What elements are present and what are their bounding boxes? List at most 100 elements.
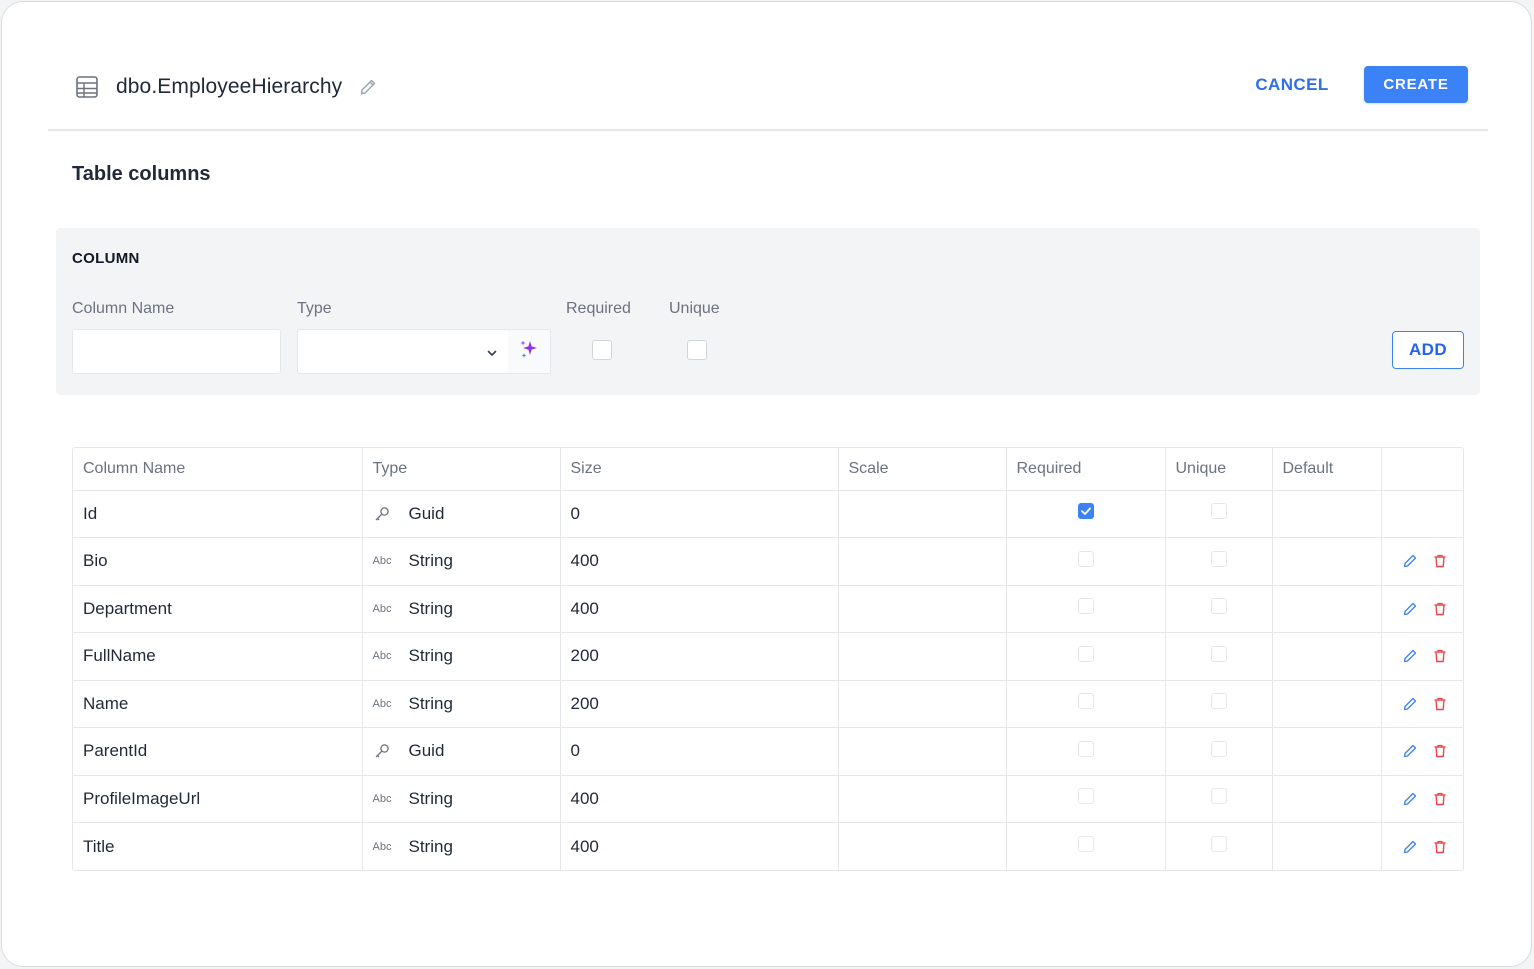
table-row[interactable]: Id Guid 0 [73,490,1464,538]
cell-unique [1165,632,1273,681]
cell-unique [1165,490,1273,538]
delete-icon[interactable] [1432,601,1448,617]
abc-icon: Abc [372,840,392,853]
edit-icon[interactable] [1402,648,1418,664]
cell-size: 0 [560,490,839,538]
cancel-button[interactable]: CANCEL [1238,67,1346,103]
header-actions [1381,448,1464,491]
header-column-name[interactable]: Column Name [73,448,363,491]
unique-checkbox[interactable] [1210,740,1227,757]
cell-default [1272,490,1382,538]
cell-size: 200 [560,680,839,728]
table-row[interactable]: Title Abc String 400 [73,822,1464,870]
cell-scale [838,632,1007,681]
edit-icon[interactable] [1402,696,1418,712]
cell-actions [1381,585,1464,633]
cell-actions [1381,632,1464,681]
unique-checkbox[interactable] [1210,550,1227,567]
cell-type: Abc String [362,775,561,823]
cell-required [1006,585,1166,633]
pencil-icon[interactable] [358,77,378,97]
cell-size: 200 [560,632,839,681]
required-checkbox[interactable] [1077,645,1094,662]
type-cell-wrap: Guid [373,504,560,524]
unique-checkbox[interactable] [1210,645,1227,662]
delete-icon[interactable] [1432,553,1448,569]
unique-checkbox[interactable] [1210,788,1227,805]
required-checkbox[interactable] [1077,550,1094,567]
cell-actions [1381,537,1464,586]
required-checkbox[interactable] [1077,740,1094,757]
required-checkbox[interactable] [1077,503,1094,520]
delete-icon[interactable] [1432,839,1448,855]
ai-suggest-button[interactable] [508,329,551,374]
abc-icon: Abc [372,792,392,805]
delete-icon[interactable] [1432,696,1448,712]
table-row[interactable]: Department Abc String 400 [73,585,1464,633]
cell-default [1272,632,1382,681]
row-actions [1392,791,1465,807]
header-scale[interactable]: Scale [838,448,1007,491]
header-unique[interactable]: Unique [1165,448,1273,491]
type-text: String [408,693,453,713]
cell-actions [1381,727,1464,776]
table-row[interactable]: FullName Abc String 200 [73,632,1464,681]
unique-checkbox[interactable] [1210,836,1227,852]
edit-icon[interactable] [1402,743,1418,759]
cell-size: 400 [560,822,839,870]
cell-scale [838,490,1007,538]
type-text: String [408,646,453,666]
unique-checkbox[interactable] [1210,503,1227,520]
required-checkbox[interactable] [592,340,612,360]
table-row[interactable]: Name Abc String 200 [73,680,1464,728]
table-row[interactable]: Bio Abc String 400 [73,537,1464,586]
panel-heading: COLUMN [72,250,140,267]
cell-default [1272,822,1382,870]
unique-checkbox[interactable] [1210,693,1227,710]
delete-icon[interactable] [1432,743,1448,759]
edit-icon[interactable] [1402,839,1418,855]
header-type[interactable]: Type [362,448,561,491]
cell-unique [1165,727,1273,776]
abc-icon: Abc [372,697,392,710]
edit-icon[interactable] [1402,791,1418,807]
required-checkbox[interactable] [1077,693,1094,710]
cell-type: Guid [362,490,561,538]
cell-column-name: ParentId [73,727,363,776]
required-checkbox[interactable] [1077,836,1094,852]
cell-actions [1381,775,1464,823]
edit-icon[interactable] [1402,553,1418,569]
column-name-input[interactable] [72,329,281,374]
size-text: 400 [570,598,599,618]
delete-icon[interactable] [1432,791,1448,807]
dialog-header: dbo.EmployeeHierarchy CANCEL CREATE [48,56,1488,131]
size-text: 0 [570,741,580,761]
cell-type: Abc String [362,585,561,633]
cell-default [1272,727,1382,776]
table-name-title: dbo.EmployeeHierarchy [116,75,343,98]
required-checkbox[interactable] [1077,598,1094,615]
cell-default [1272,775,1382,823]
header-default[interactable]: Default [1272,448,1382,491]
unique-checkbox[interactable] [687,340,707,360]
header-size[interactable]: Size [560,448,839,491]
table-row[interactable]: ProfileImageUrl Abc String 400 [73,775,1464,823]
cell-scale [838,822,1007,870]
cell-unique [1165,680,1273,728]
title-group: dbo.EmployeeHierarchy [74,74,378,100]
delete-icon[interactable] [1432,648,1448,664]
cell-scale [838,537,1007,586]
table-row[interactable]: ParentId Guid 0 [73,727,1464,776]
type-cell-wrap: Abc String [373,694,560,714]
unique-checkbox[interactable] [1210,598,1227,615]
required-checkbox[interactable] [1077,788,1094,805]
create-button[interactable]: CREATE [1364,66,1468,103]
add-column-button[interactable]: ADD [1392,331,1464,369]
size-text: 400 [570,788,599,808]
cell-size: 0 [560,727,839,776]
header-required[interactable]: Required [1006,448,1166,491]
add-column-panel: COLUMN Column Name Type Required Unique … [56,228,1480,395]
edit-icon[interactable] [1402,601,1418,617]
type-select[interactable] [297,329,509,374]
cell-required [1006,822,1166,870]
